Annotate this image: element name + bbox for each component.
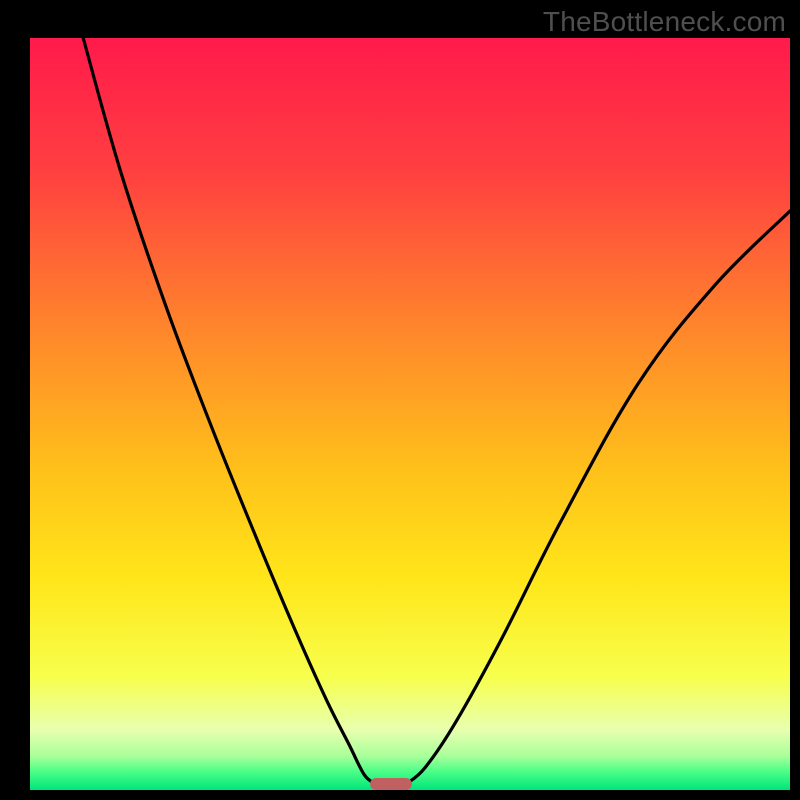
bottleneck-chart: [0, 0, 800, 800]
plot-background: [30, 38, 790, 790]
optimal-marker: [370, 778, 412, 790]
chart-container: TheBottleneck.com: [0, 0, 800, 800]
